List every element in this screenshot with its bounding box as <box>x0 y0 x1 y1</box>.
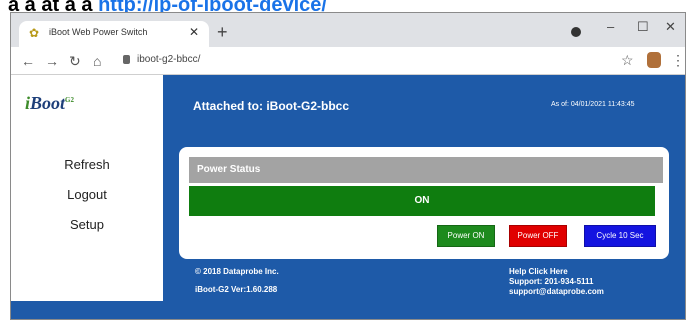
power-state-indicator: ON <box>189 186 655 216</box>
support-phone-text: Support: 201-934-5111 <box>509 277 594 286</box>
tab-bar: ✿ iBoot Web Power Switch ✕ + – ☐ ✕ <box>11 13 685 47</box>
device-url-link[interactable]: http://ip-of-iboot-device/ <box>98 0 327 12</box>
sidebar-logout-link[interactable]: Logout <box>11 187 163 202</box>
document-link-line: a a at a a http://ip-of-iboot-device/ <box>0 0 696 12</box>
power-status-panel: Power Status ON Power ON Power OFF Cycle… <box>179 147 669 259</box>
support-email-link[interactable]: support@dataprobe.com <box>509 287 604 296</box>
help-link[interactable]: Help Click Here <box>509 267 568 276</box>
power-off-button[interactable]: Power OFF <box>509 225 567 247</box>
lock-icon[interactable] <box>123 55 130 64</box>
minimize-icon[interactable]: – <box>607 19 614 34</box>
sidebar: iBootG2 Refresh Logout Setup <box>11 75 163 301</box>
tab-close-icon[interactable]: ✕ <box>189 25 199 39</box>
logo-text: Boot <box>30 93 66 113</box>
copyright-text: © 2018 Dataprobe Inc. <box>195 267 279 276</box>
cycle-10-sec-button[interactable]: Cycle 10 Sec <box>584 225 656 247</box>
browser-tab[interactable]: ✿ iBoot Web Power Switch ✕ <box>19 21 209 47</box>
back-arrow-icon[interactable]: ← <box>21 53 35 69</box>
bottom-strip <box>11 301 685 319</box>
power-on-button[interactable]: Power ON <box>437 225 495 247</box>
power-status-title: Power Status <box>189 157 663 183</box>
new-tab-plus-icon[interactable]: + <box>217 23 228 41</box>
bookmark-star-icon[interactable]: ☆ <box>621 52 634 69</box>
iboot-logo: iBootG2 <box>25 93 74 113</box>
home-icon[interactable]: ⌂ <box>93 53 101 69</box>
kebab-menu-icon[interactable]: ⋮ <box>671 52 685 69</box>
tab-title: iBoot Web Power Switch <box>49 27 148 37</box>
attached-to-heading: Attached to: iBoot-G2-bbcc <box>193 99 349 113</box>
as-of-timestamp: As of: 04/01/2021 11:43:45 <box>551 101 635 108</box>
record-indicator-icon[interactable] <box>571 27 581 37</box>
version-text: iBoot-G2 Ver:1.60.288 <box>195 285 278 294</box>
sidebar-setup-link[interactable]: Setup <box>11 217 163 232</box>
iboot-page: iBootG2 Refresh Logout Setup Attached to… <box>11 75 685 319</box>
link-prefix-text: a a at a a <box>8 0 93 12</box>
url-field[interactable]: iboot-g2-bbcc/ <box>137 54 200 65</box>
reload-icon[interactable]: ↻ <box>69 53 81 70</box>
logo-sup: G2 <box>65 96 74 104</box>
profile-avatar-icon[interactable] <box>647 52 661 68</box>
maximize-icon[interactable]: ☐ <box>637 19 649 35</box>
close-window-icon[interactable]: ✕ <box>665 19 676 35</box>
forward-arrow-icon[interactable]: → <box>45 53 59 69</box>
sidebar-refresh-link[interactable]: Refresh <box>11 157 163 172</box>
browser-window: ✿ iBoot Web Power Switch ✕ + – ☐ ✕ ← → ↻… <box>10 12 686 320</box>
iboot-favicon-icon: ✿ <box>29 26 40 40</box>
address-bar: ← → ↻ ⌂ iboot-g2-bbcc/ ☆ ⋮ <box>11 47 685 75</box>
